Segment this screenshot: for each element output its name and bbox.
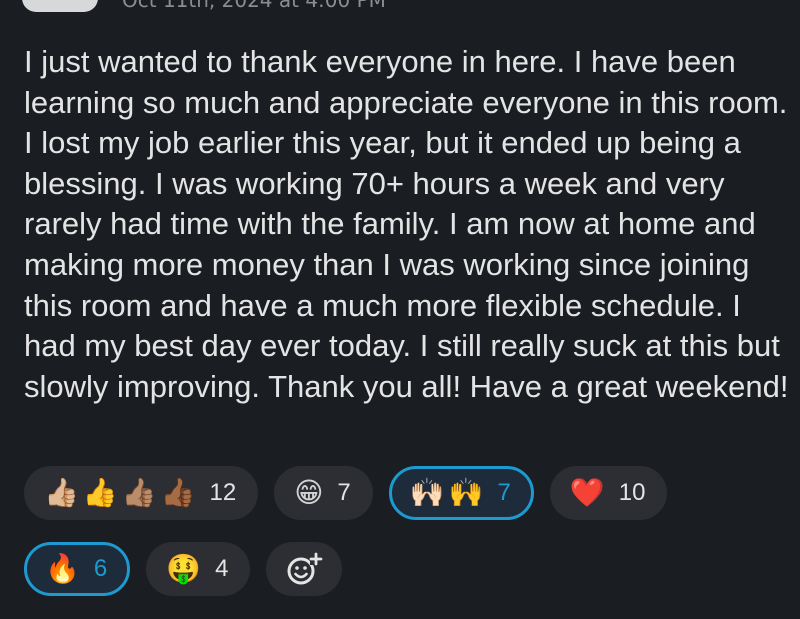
- raising-hands-icon: 🙌🏻 🙌: [409, 476, 484, 509]
- avatar[interactable]: [22, 0, 98, 12]
- reaction-count: 4: [215, 555, 229, 582]
- reactions-row-2: 🔥 6 🤑 4: [24, 542, 794, 596]
- reaction-count: 10: [618, 479, 646, 506]
- money-mouth-face-icon: 🤑: [166, 552, 202, 585]
- thumbs-up-icon: 👍🏼 👍 👍🏽 👍🏾: [44, 476, 196, 509]
- reaction-money-mouth-face[interactable]: 🤑 4: [146, 542, 251, 596]
- reaction-grinning-face[interactable]: 😁 7: [274, 466, 373, 520]
- message-view: Oct 11th, 2024 at 4:00 PM I just wanted …: [0, 0, 800, 619]
- reaction-fire[interactable]: 🔥 6: [24, 542, 131, 596]
- add-reaction-icon: [287, 552, 323, 585]
- reaction-count: 7: [337, 479, 351, 506]
- reactions-bar: 👍🏼 👍 👍🏽 👍🏾 12 😁 7 🙌🏻 🙌 7 ❤️ 10 🔥 6 🤑 4: [24, 466, 794, 618]
- grinning-face-icon: 😁: [294, 476, 324, 509]
- red-heart-icon: ❤️: [569, 476, 605, 509]
- message-timestamp[interactable]: Oct 11th, 2024 at 4:00 PM: [122, 0, 386, 12]
- reaction-count: 12: [209, 479, 237, 506]
- reaction-red-heart[interactable]: ❤️ 10: [549, 466, 668, 520]
- add-reaction-button[interactable]: [266, 542, 343, 596]
- reaction-count: 7: [497, 479, 511, 506]
- fire-icon: 🔥: [45, 552, 80, 585]
- reaction-count: 6: [93, 555, 108, 582]
- reaction-raising-hands[interactable]: 🙌🏻 🙌 7: [388, 466, 534, 520]
- reactions-row-1: 👍🏼 👍 👍🏽 👍🏾 12 😁 7 🙌🏻 🙌 7 ❤️ 10: [24, 466, 794, 520]
- message-body: I just wanted to thank everyone in here.…: [24, 44, 789, 404]
- reaction-thumbs-up[interactable]: 👍🏼 👍 👍🏽 👍🏾 12: [24, 466, 259, 520]
